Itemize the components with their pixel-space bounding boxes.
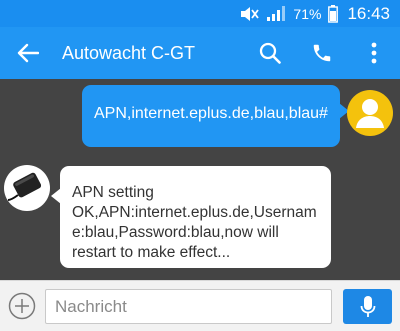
- conversation-title: Autowacht C-GT: [62, 42, 196, 63]
- more-vert-icon: [371, 42, 377, 64]
- voice-input-button[interactable]: [343, 289, 392, 324]
- signal-icon: [266, 5, 286, 22]
- battery-percentage: 71%: [293, 5, 322, 22]
- phone-icon: [313, 44, 331, 62]
- more-options-button[interactable]: [348, 27, 400, 79]
- incoming-message-line: OK,APN:internet.eplus.de,Usernam: [72, 204, 317, 221]
- outgoing-message[interactable]: APN,internet.eplus.de,blau,blau#: [82, 85, 349, 147]
- add-circle-icon: [8, 292, 36, 320]
- search-icon: [259, 42, 281, 64]
- device-avatar: [4, 165, 50, 211]
- call-button[interactable]: [296, 27, 348, 79]
- battery-icon: [328, 4, 339, 23]
- search-button[interactable]: [244, 27, 296, 79]
- incoming-message-line: APN setting: [72, 184, 154, 201]
- mute-icon: [239, 5, 260, 23]
- status-time: 16:43: [347, 3, 390, 23]
- message-input[interactable]: [45, 289, 332, 324]
- message-composer: [0, 280, 400, 331]
- back-button[interactable]: [0, 27, 56, 79]
- status-bar: 71% 16:43: [0, 0, 400, 27]
- app-bar: Autowacht C-GT: [0, 27, 400, 79]
- incoming-message-line: restart to make effect...: [72, 244, 231, 261]
- screen: 71% 16:43 Autowacht C-GT APN,internet.ep…: [0, 0, 400, 331]
- incoming-message[interactable]: APN setting OK,APN:internet.eplus.de,Use…: [51, 166, 331, 268]
- attach-button[interactable]: [8, 292, 36, 320]
- outgoing-message-text: APN,internet.eplus.de,blau,blau#: [94, 105, 328, 122]
- gps-tracker-device-icon: [7, 172, 42, 201]
- microphone-icon: [360, 295, 375, 317]
- user-icon: [356, 99, 384, 128]
- incoming-message-line: e:blau,Password:blau,now will: [72, 224, 279, 241]
- user-avatar: [347, 90, 393, 136]
- back-arrow-icon: [17, 43, 39, 63]
- message-list[interactable]: APN,internet.eplus.de,blau,blau# APN set…: [0, 79, 400, 280]
